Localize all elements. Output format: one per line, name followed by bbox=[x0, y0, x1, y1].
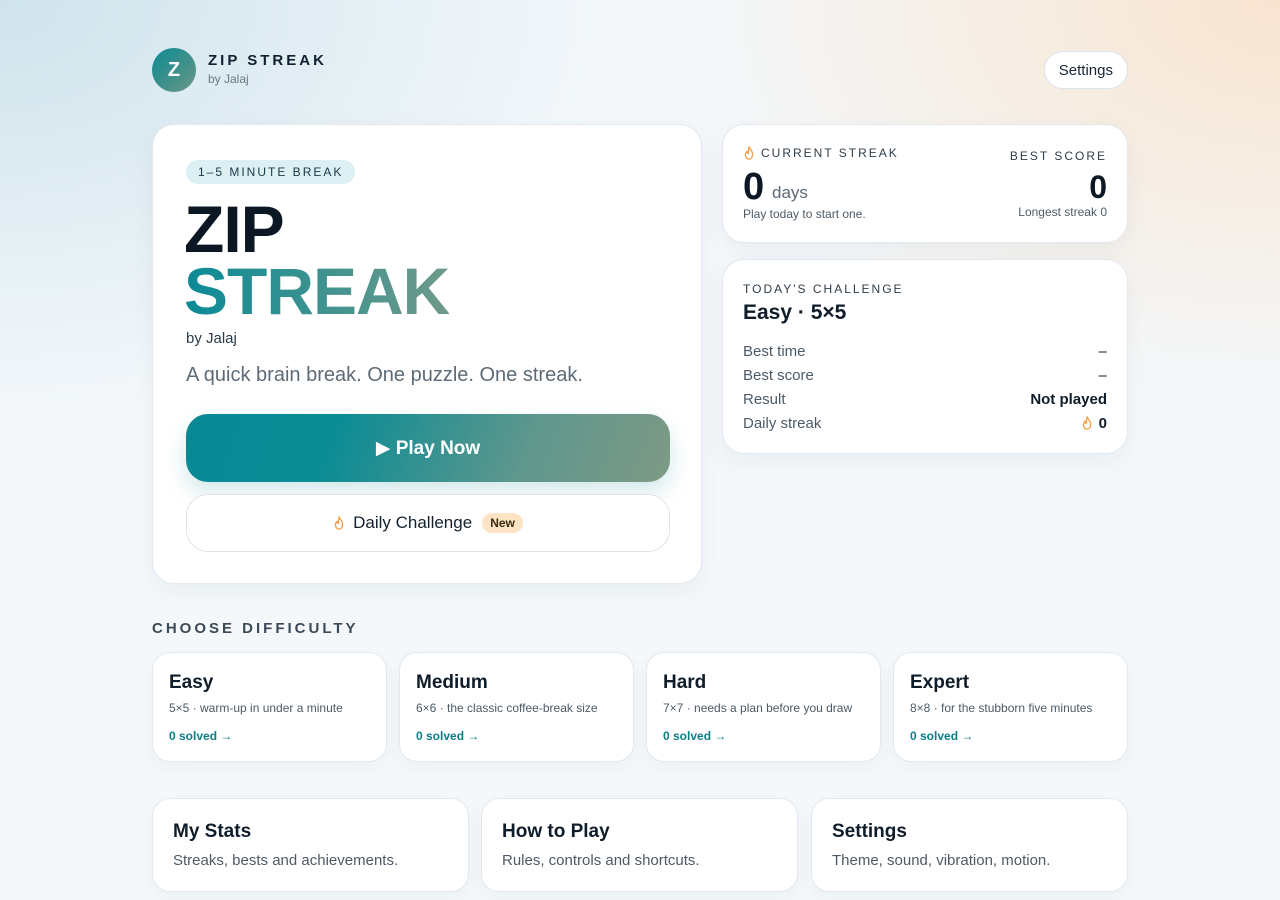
settings-button[interactable]: Settings bbox=[1043, 51, 1128, 89]
difficulty-card-easy[interactable]: Easy 5×5 · warm-up in under a minute 0 s… bbox=[152, 652, 387, 762]
row-value: – bbox=[1098, 342, 1107, 360]
hero-card: 1–5 MINUTE BREAK ZIP STREAK by Jalaj A q… bbox=[152, 124, 702, 584]
todays-challenge-card: TODAY'S CHALLENGE Easy · 5×5 Best time –… bbox=[722, 259, 1128, 454]
current-streak-hint: Play today to start one. bbox=[743, 207, 866, 221]
current-streak-unit: days bbox=[772, 183, 808, 202]
row-value: 0 bbox=[1098, 414, 1107, 432]
current-streak-label-text: CURRENT STREAK bbox=[761, 146, 899, 160]
row-value: – bbox=[1098, 366, 1107, 384]
tile-title: My Stats bbox=[173, 821, 252, 842]
difficulty-name: Medium bbox=[416, 672, 488, 693]
challenge-row-best-time: Best time – bbox=[743, 341, 1107, 361]
hero-title-streak: STREAK bbox=[184, 254, 450, 328]
tile-title: Settings bbox=[832, 821, 907, 842]
hero-byline: by Jalaj bbox=[186, 330, 237, 347]
difficulty-card-expert[interactable]: Expert 8×8 · for the stubborn five minut… bbox=[893, 652, 1128, 762]
brand-byline: by Jalaj bbox=[208, 72, 249, 86]
challenge-row-best-score: Best score – bbox=[743, 365, 1107, 385]
row-value: Not played bbox=[1030, 390, 1107, 408]
difficulty-name: Hard bbox=[663, 672, 707, 693]
tile-desc: Theme, sound, vibration, motion. bbox=[832, 852, 1051, 869]
best-score-label: BEST SCORE bbox=[1009, 149, 1107, 163]
daily-challenge-label: Daily Challenge bbox=[353, 513, 473, 532]
row-value-wrap: 0 bbox=[1081, 415, 1107, 432]
best-score-value: 0 bbox=[1089, 169, 1107, 205]
row-key: Best score bbox=[743, 366, 814, 384]
difficulty-name: Expert bbox=[910, 672, 970, 693]
difficulty-desc: 5×5 · warm-up in under a minute bbox=[169, 701, 343, 715]
difficulty-name: Easy bbox=[169, 672, 214, 693]
difficulty-desc: 8×8 · for the stubborn five minutes bbox=[910, 701, 1093, 715]
tile-how-to-play[interactable]: How to Play Rules, controls and shortcut… bbox=[481, 798, 798, 892]
tile-desc: Rules, controls and shortcuts. bbox=[502, 852, 700, 869]
duration-pill: 1–5 MINUTE BREAK bbox=[186, 160, 356, 184]
difficulty-solved-link[interactable]: 0 solved → bbox=[169, 729, 232, 743]
play-now-label: ▶ Play Now bbox=[375, 437, 481, 459]
choose-difficulty-label: CHOOSE DIFFICULTY bbox=[152, 620, 359, 637]
current-streak-value: 0 bbox=[743, 166, 765, 208]
daily-challenge-button[interactable]: Daily Challenge New bbox=[186, 494, 670, 552]
difficulty-solved-link[interactable]: 0 solved → bbox=[663, 729, 726, 743]
challenge-row-daily-streak: Daily streak 0 bbox=[743, 413, 1107, 433]
tile-settings[interactable]: Settings Theme, sound, vibration, motion… bbox=[811, 798, 1128, 892]
difficulty-card-medium[interactable]: Medium 6×6 · the classic coffee-break si… bbox=[399, 652, 634, 762]
play-now-button[interactable]: ▶ Play Now bbox=[186, 414, 670, 482]
app-header: Z ZIP STREAK by Jalaj Settings bbox=[152, 48, 1128, 92]
difficulty-desc: 7×7 · needs a plan before you draw bbox=[663, 701, 853, 715]
difficulty-card-hard[interactable]: Hard 7×7 · needs a plan before you draw … bbox=[646, 652, 881, 762]
row-key: Daily streak bbox=[743, 414, 822, 432]
difficulty-desc: 6×6 · the classic coffee-break size bbox=[416, 701, 598, 715]
tile-desc: Streaks, bests and achievements. bbox=[173, 852, 399, 869]
challenge-row-result: Result Not played bbox=[743, 389, 1107, 409]
todays-challenge-label: TODAY'S CHALLENGE bbox=[743, 282, 904, 296]
longest-streak-hint: Longest streak 0 bbox=[1018, 205, 1107, 219]
todays-challenge-title: Easy · 5×5 bbox=[743, 301, 847, 324]
row-key: Result bbox=[743, 390, 786, 408]
logo-badge: Z bbox=[152, 48, 196, 92]
flame-icon bbox=[333, 516, 345, 530]
new-badge: New bbox=[482, 513, 523, 533]
tile-title: How to Play bbox=[502, 821, 610, 842]
flame-icon bbox=[1081, 416, 1093, 430]
tile-my-stats[interactable]: My Stats Streaks, bests and achievements… bbox=[152, 798, 469, 892]
difficulty-solved-link[interactable]: 0 solved → bbox=[416, 729, 479, 743]
current-streak-label: CURRENT STREAK bbox=[743, 146, 899, 160]
hero-title-zip: ZIP bbox=[184, 192, 285, 266]
difficulty-solved-link[interactable]: 0 solved → bbox=[910, 729, 973, 743]
hero-tagline: A quick brain break. One puzzle. One str… bbox=[186, 364, 583, 386]
row-key: Best time bbox=[743, 342, 806, 360]
flame-icon bbox=[743, 146, 755, 160]
streak-card: CURRENT STREAK 0 days Play today to star… bbox=[722, 124, 1128, 243]
brand-title: ZIP STREAK bbox=[208, 52, 327, 69]
